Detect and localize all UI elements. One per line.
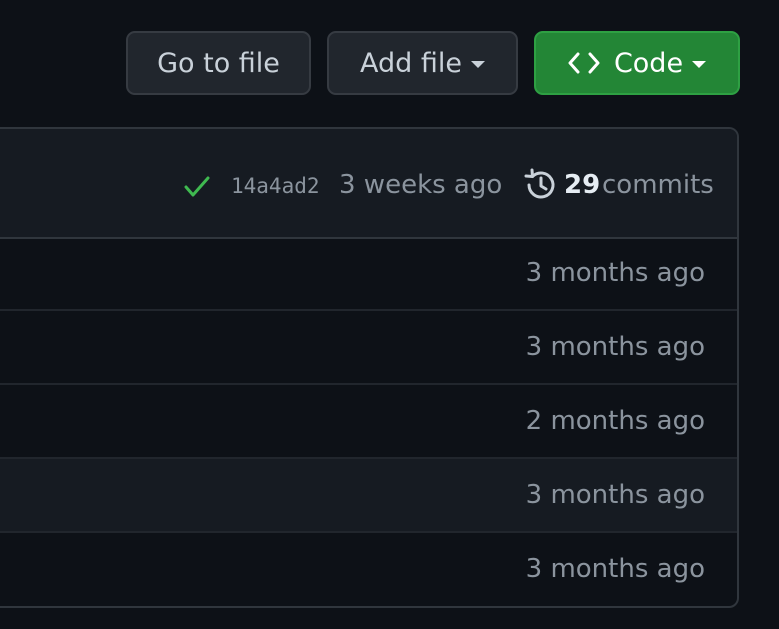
history-icon[interactable]	[522, 167, 558, 207]
file-row[interactable]: 3 months ago	[0, 237, 737, 311]
commit-count[interactable]: 29	[564, 167, 600, 203]
file-row[interactable]: 3 months ago	[0, 311, 737, 385]
file-list: 14a4ad2 3 weeks ago 29 commits 3 months …	[0, 127, 739, 608]
commits-label[interactable]: commits	[602, 167, 714, 203]
add-file-label: Add file	[360, 47, 462, 79]
code-button[interactable]: Code	[534, 31, 740, 95]
go-to-file-label: Go to file	[157, 47, 280, 79]
file-row[interactable]: 3 months ago	[0, 533, 737, 605]
caret-down-icon	[692, 60, 707, 68]
code-icon	[568, 51, 600, 75]
file-row[interactable]: 3 months ago	[0, 459, 737, 533]
file-commit-time: 2 months ago	[525, 406, 705, 436]
add-file-button[interactable]: Add file	[327, 31, 518, 95]
file-commit-time: 3 months ago	[525, 332, 705, 362]
file-row[interactable]: 2 months ago	[0, 385, 737, 459]
file-commit-time: 3 months ago	[525, 480, 705, 510]
caret-down-icon	[470, 60, 485, 68]
file-commit-time: 3 months ago	[525, 554, 705, 584]
latest-commit-bar: 14a4ad2 3 weeks ago 29 commits	[0, 129, 737, 239]
commit-time: 3 weeks ago	[339, 170, 503, 200]
commit-sha-link[interactable]: 14a4ad2	[231, 172, 320, 200]
file-commit-time: 3 months ago	[525, 258, 705, 288]
code-label: Code	[613, 47, 684, 79]
check-icon[interactable]	[183, 173, 211, 205]
go-to-file-button[interactable]: Go to file	[126, 31, 311, 95]
